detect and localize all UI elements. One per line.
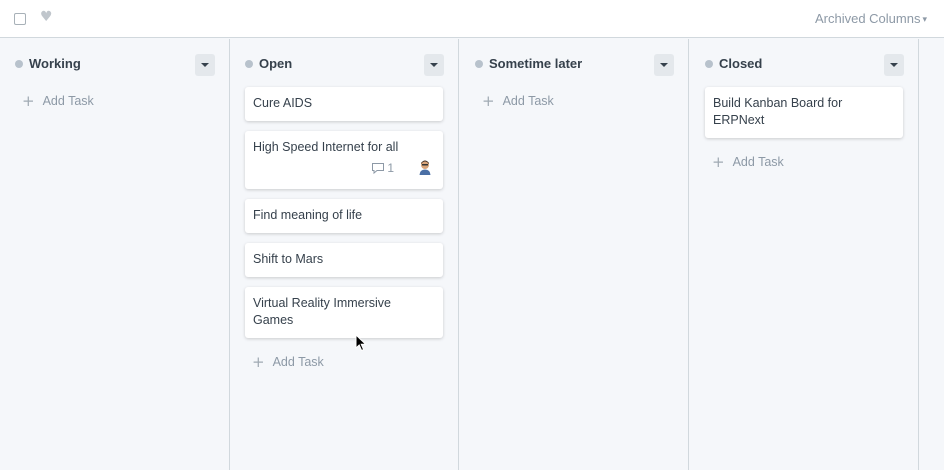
add-task-label: Add Task xyxy=(502,94,554,108)
column-header: Open xyxy=(245,54,444,76)
add-task-button[interactable]: + Add Task xyxy=(705,154,903,170)
plus-icon: + xyxy=(712,153,725,171)
board-scroll-edge xyxy=(918,39,944,470)
comment-icon xyxy=(372,163,385,175)
column-title: Sometime later xyxy=(489,56,583,71)
card-title: Build Kanban Board for ERPNext xyxy=(713,96,843,127)
column-header: Working xyxy=(15,54,215,76)
column-menu-button[interactable] xyxy=(424,54,444,76)
column-status-dot xyxy=(705,60,713,68)
column-status-dot xyxy=(245,60,253,68)
task-card[interactable]: Cure AIDS xyxy=(245,87,443,121)
add-task-button[interactable]: + Add Task xyxy=(22,93,94,109)
column-sometime-later: Sometime later + Add Task xyxy=(460,39,689,470)
task-card[interactable]: Shift to Mars xyxy=(245,243,443,277)
card-title: Shift to Mars xyxy=(253,252,324,266)
column-title: Working xyxy=(29,56,81,71)
column-status-dot xyxy=(475,60,483,68)
add-task-label: Add Task xyxy=(42,94,94,108)
plus-icon: + xyxy=(22,92,35,110)
caret-down-icon: ▾ xyxy=(922,15,927,25)
column-menu-button[interactable] xyxy=(884,54,904,76)
select-all-checkbox[interactable] xyxy=(14,13,26,25)
heart-icon[interactable]: ♥ xyxy=(40,8,53,26)
add-task-button[interactable]: + Add Task xyxy=(245,354,443,370)
add-task-button[interactable]: + Add Task xyxy=(482,93,554,109)
plus-icon: + xyxy=(252,353,265,371)
toolbar: ♥ Archived Columns ▾ xyxy=(0,0,944,38)
column-menu-button[interactable] xyxy=(195,54,215,76)
task-card[interactable]: Build Kanban Board for ERPNext xyxy=(705,87,903,138)
card-title: Virtual Reality Immersive Games xyxy=(253,296,392,327)
caret-down-icon xyxy=(430,63,438,67)
column-working: Working + Add Task xyxy=(0,39,230,470)
column-header: Sometime later xyxy=(475,54,674,76)
archived-columns-dropdown[interactable]: Archived Columns ▾ xyxy=(815,11,927,28)
add-task-label: Add Task xyxy=(732,155,784,169)
column-open: Open Cure AIDS High Speed Internet for a… xyxy=(230,39,459,470)
caret-down-icon xyxy=(660,63,668,67)
card-title: Cure AIDS xyxy=(253,96,313,110)
card-list: Build Kanban Board for ERPNext + Add Task xyxy=(705,87,903,170)
archived-columns-label: Archived Columns xyxy=(814,11,921,26)
comment-count: 1 xyxy=(371,160,394,176)
column-menu-button[interactable] xyxy=(654,54,674,76)
caret-down-icon xyxy=(201,63,209,67)
caret-down-icon xyxy=(890,63,898,67)
card-title: High Speed Internet for all xyxy=(253,140,399,154)
comment-count-value: 1 xyxy=(387,161,394,175)
task-card[interactable]: Virtual Reality Immersive Games xyxy=(245,287,443,338)
column-closed: Closed Build Kanban Board for ERPNext + A… xyxy=(690,39,919,470)
column-title: Closed xyxy=(719,56,763,71)
add-task-label: Add Task xyxy=(272,355,324,369)
task-card[interactable]: Find meaning of life xyxy=(245,199,443,233)
card-title: Find meaning of life xyxy=(253,208,363,222)
task-card[interactable]: High Speed Internet for all 1 xyxy=(245,131,443,189)
kanban-board: Working + Add Task Open Cure AIDS High Sp… xyxy=(0,39,944,470)
card-list: Cure AIDS High Speed Internet for all 1 xyxy=(245,87,443,370)
mouse-cursor-icon xyxy=(355,334,367,352)
column-status-dot xyxy=(15,60,23,68)
column-title: Open xyxy=(259,56,293,71)
column-header: Closed xyxy=(705,54,904,76)
card-meta: 1 xyxy=(253,160,435,180)
plus-icon: + xyxy=(482,92,495,110)
avatar[interactable] xyxy=(418,159,432,175)
